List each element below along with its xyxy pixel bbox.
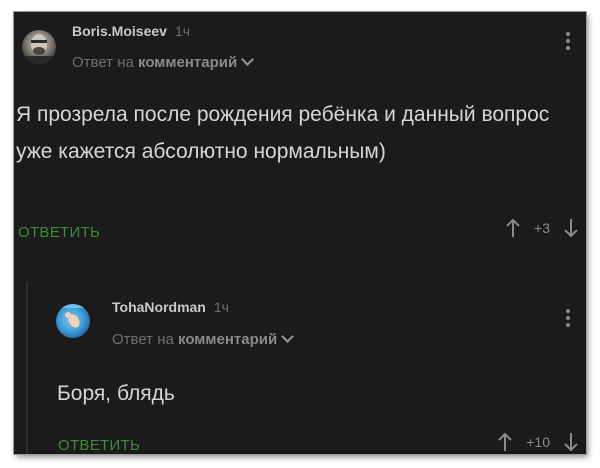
reply-target[interactable]: комментарий [138,54,237,71]
timestamp: 1ч [174,23,191,39]
avatar[interactable] [22,30,56,64]
avatar[interactable] [56,304,90,338]
username-text[interactable]: TohaNordman [112,299,206,315]
comment-reply: TohaNordman 1ч Ответ на комментарий Боря,… [26,282,586,454]
arrow-down-icon[interactable] [564,218,578,238]
arrow-down-icon[interactable] [564,432,578,452]
arrow-up-icon[interactable] [506,218,520,238]
kebab-menu-icon[interactable] [566,309,572,330]
comment: Boris.Moiseev 1ч Ответ на комментарий Я п… [14,12,586,270]
reply-prefix: Ответ на [112,331,174,348]
vote-controls: +3 [506,218,578,238]
reply-to-link[interactable]: Ответ на комментарий [112,330,295,348]
vote-controls: +10 [498,432,578,452]
comment-text: Я прозрела после рождения ребёнка и данн… [16,103,550,163]
reply-target[interactable]: комментарий [178,331,277,348]
comment-thread: Boris.Moiseev 1ч Ответ на комментарий Я п… [14,12,586,454]
kebab-menu-icon[interactable] [566,32,572,53]
username-text[interactable]: Boris.Moiseev [72,23,167,39]
comment-text: Боря, блядь [57,382,175,405]
vote-score: +3 [534,220,550,236]
underwater-baby-photo-icon [56,304,90,328]
reply-to-link[interactable]: Ответ на комментарий [72,53,255,71]
username[interactable]: Boris.Moiseev 1ч [72,23,190,39]
reply-button[interactable]: ОТВЕТИТЬ [18,224,100,241]
chevron-down-icon[interactable] [281,330,295,343]
user-photo-icon [22,34,56,64]
reply-prefix: Ответ на [72,54,134,71]
username[interactable]: TohaNordman 1ч [112,299,229,315]
chevron-down-icon[interactable] [241,53,255,66]
reply-button[interactable]: ОТВЕТИТЬ [58,437,140,454]
vote-score: +10 [526,434,550,450]
timestamp: 1ч [213,299,229,315]
arrow-up-icon[interactable] [498,432,512,452]
